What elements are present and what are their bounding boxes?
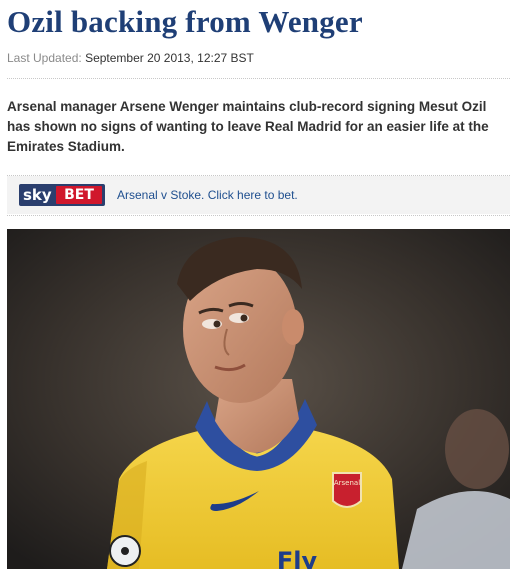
bet-link[interactable]: Arsenal v Stoke. Click here to bet. bbox=[117, 188, 298, 202]
article-photo: Arsenal Fly bbox=[7, 229, 510, 569]
player-photo: Arsenal Fly bbox=[7, 229, 510, 569]
sky-bet-logo-bet: BET bbox=[64, 187, 94, 203]
divider bbox=[7, 215, 510, 216]
article-page: Ozil backing from Wenger Last Updated: S… bbox=[0, 0, 518, 569]
sky-bet-logo-sky: sky bbox=[23, 186, 52, 204]
article-intro: Arsenal manager Arsene Wenger maintains … bbox=[7, 99, 489, 154]
crest-text: Arsenal bbox=[334, 479, 360, 487]
divider bbox=[7, 78, 510, 79]
page-title: Ozil backing from Wenger bbox=[7, 4, 363, 39]
last-updated: Last Updated: September 20 2013, 12:27 B… bbox=[7, 51, 254, 65]
sky-bet-promo: sky BET Arsenal v Stoke. Click here to b… bbox=[7, 176, 510, 214]
sky-bet-logo-bet-box: BET bbox=[56, 186, 102, 204]
last-updated-label: Last Updated: bbox=[7, 51, 82, 65]
shirt-sponsor-text: Fly bbox=[277, 547, 318, 569]
sky-bet-logo[interactable]: sky BET bbox=[19, 184, 105, 206]
last-updated-value: September 20 2013, 12:27 BST bbox=[85, 51, 254, 65]
